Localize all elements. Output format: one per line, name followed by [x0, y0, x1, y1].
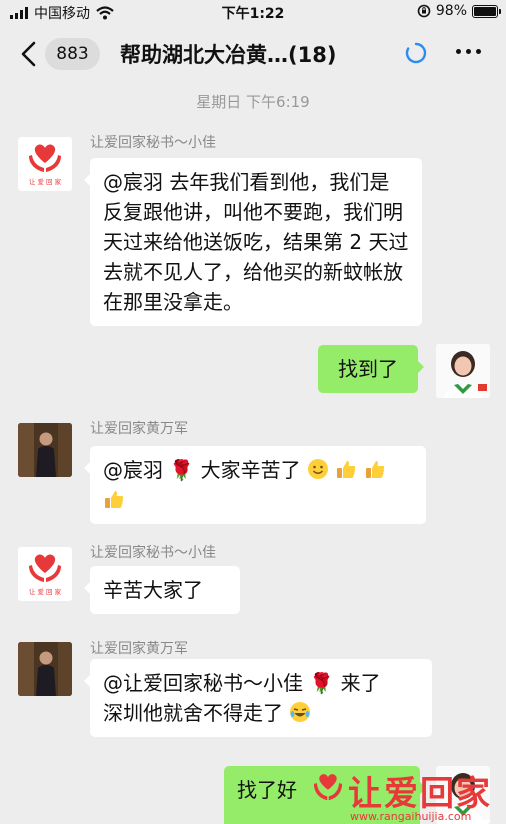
- watermark-title: 让爱回家: [348, 774, 492, 814]
- status-right: 98%: [417, 3, 501, 19]
- message-bubble[interactable]: 找到了: [318, 345, 424, 393]
- message-bubble[interactable]: @宸羽 去年我们看到他，我们是反复跟他讲，叫他不要跑，我们明天过来给他送饭吃，结…: [84, 158, 422, 326]
- user-photo-icon: [436, 344, 490, 398]
- heart-hands-logo-icon: 让 爱 回 家: [29, 144, 62, 186]
- user-photo-icon: [18, 642, 72, 696]
- message-text: 辛苦大家了: [103, 578, 203, 602]
- laugh-cry-emoji: [290, 702, 311, 722]
- smile-emoji: [307, 459, 328, 479]
- avatar[interactable]: [18, 423, 72, 477]
- message-text: 找到了: [338, 357, 398, 381]
- message-text: @让爱回家秘书～小佳 🌹 来了: [103, 671, 381, 695]
- message-text: @宸羽 🌹 大家辛苦了: [103, 458, 301, 482]
- back-chevron-icon[interactable]: [18, 41, 42, 67]
- watermark: 让爱回家 www.rangaihuijia.com: [308, 766, 506, 824]
- battery-percent: 98%: [435, 3, 467, 19]
- heart-hands-watermark-icon: [313, 774, 343, 801]
- avatar[interactable]: 让 爱 回 家: [18, 547, 72, 601]
- sender-name: 让爱回家黄万军: [90, 641, 188, 657]
- sender-name: 让爱回家黄万军: [90, 421, 188, 437]
- message-bubble[interactable]: @让爱回家秘书～小佳 🌹 来了 深圳他就舍不得走了: [84, 659, 432, 737]
- unread-count-badge[interactable]: 883: [45, 38, 100, 70]
- battery-fill: [474, 6, 496, 16]
- chat-title[interactable]: 帮助湖北大冶黄…(18): [120, 39, 336, 69]
- more-options-icon[interactable]: [456, 49, 481, 54]
- thumbs-up-emoji: [105, 491, 124, 508]
- message-bubble[interactable]: @宸羽 🌹 大家辛苦了: [84, 446, 426, 524]
- thumbs-up-emoji: [337, 461, 356, 478]
- avatar[interactable]: 让 爱 回 家: [18, 137, 72, 191]
- heart-hands-logo-icon: 让 爱 回 家: [29, 554, 62, 596]
- logo-text: 让 爱 回 家: [29, 587, 62, 596]
- sync-loading-icon: [405, 42, 427, 64]
- status-bar: 中国移动 下午1:22 98%: [0, 0, 506, 24]
- user-photo-icon: [18, 423, 72, 477]
- message-text: 找了好: [237, 778, 297, 802]
- watermark-url: www.rangaihuijia.com: [350, 810, 472, 823]
- rotation-lock-icon: [417, 4, 431, 18]
- message-bubble[interactable]: 辛苦大家了: [84, 566, 240, 614]
- message-text: 深圳他就舍不得走了: [103, 701, 283, 725]
- chat-header: 883 帮助湖北大冶黄…(18): [0, 24, 506, 84]
- sender-name: 让爱回家秘书～小佳: [90, 135, 216, 151]
- sender-name: 让爱回家秘书～小佳: [90, 545, 216, 561]
- logo-text: 让 爱 回 家: [29, 177, 62, 186]
- thumbs-up-emoji: [365, 461, 384, 478]
- avatar[interactable]: [436, 344, 490, 398]
- battery-icon: [472, 4, 501, 18]
- time-separator: 星期日 下午6:19: [196, 93, 310, 111]
- avatar[interactable]: [18, 642, 72, 696]
- message-text: @宸羽 去年我们看到他，我们是反复跟他讲，叫他不要跑，我们明天过来给他送饭吃，结…: [103, 170, 409, 314]
